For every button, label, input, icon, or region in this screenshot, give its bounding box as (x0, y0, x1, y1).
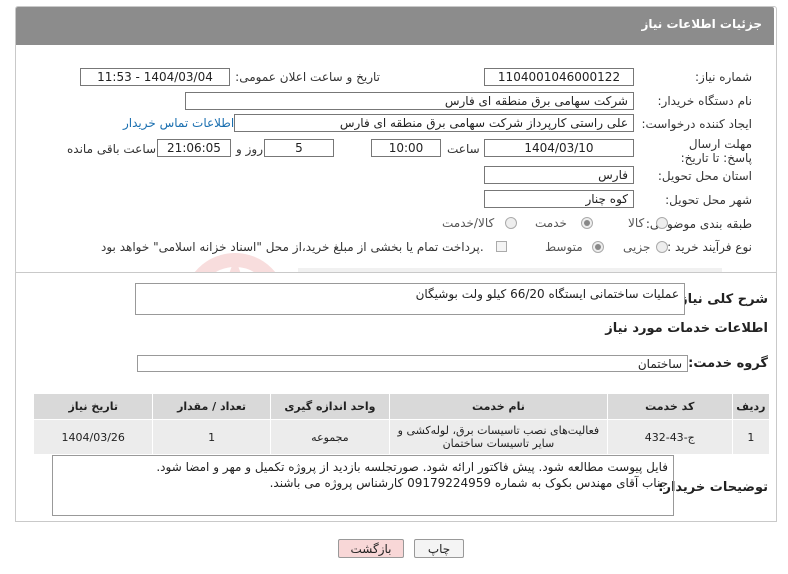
process-option-minor: جزیی (623, 240, 651, 254)
announce-field[interactable]: 1404/03/04 - 11:53 (80, 68, 230, 86)
city-label: شهر محل تحویل: (665, 193, 752, 207)
service-group-field[interactable]: ساختمان (137, 355, 688, 372)
process-label: نوع فرآیند خرید : (667, 240, 752, 254)
process-option-medium: متوسط (545, 240, 583, 254)
deadline-label: مهلت ارسال پاسخ: تا تاریخ: (680, 137, 752, 165)
deadline-time-field[interactable]: 10:00 (371, 139, 441, 157)
service-group-label: گروه خدمت: (688, 356, 768, 371)
col-need-date: تاریخ نیاز (32, 393, 154, 420)
table-row[interactable]: 1404/03/26 1 مجموعه فعالیت‌های نصب تاسیس… (32, 419, 771, 455)
need-number-field[interactable]: 1104001046000122 (484, 68, 634, 86)
province-label: استان محل تحویل: (657, 169, 752, 183)
back-button[interactable]: بازگشت (338, 539, 404, 558)
buyer-notes-label: توضیحات خریدار: (658, 480, 768, 495)
summary-field[interactable]: عملیات ساختمانی ایستگاه 66/20 کیلو ولت ب… (135, 283, 685, 315)
cell-service-code: ج-43-432 (606, 419, 733, 455)
category-option-goods-service: کالا/خدمت (442, 216, 495, 230)
remaining-time-field[interactable]: 21:06:05 (157, 139, 231, 157)
requester-field[interactable]: علی راستی کارپرداز شرکت سهامی برق منطقه … (234, 114, 634, 132)
buyer-org-label: نام دستگاه خریدار: (657, 94, 753, 108)
print-button[interactable]: چاپ (414, 539, 464, 558)
days-label: روز و (236, 142, 263, 156)
cell-service-name: فعالیت‌های نصب تاسیسات برق، لوله‌کشی و س… (389, 419, 608, 455)
announce-label: تاریخ و ساعت اعلان عمومی: (235, 70, 380, 84)
category-option-service: خدمت (535, 216, 567, 230)
summary-label: شرح کلی نیاز: (674, 292, 768, 307)
col-row-index: ردیف (731, 393, 771, 420)
deadline-time-label: ساعت (447, 142, 480, 156)
process-radio-minor[interactable] (656, 241, 668, 253)
category-option-goods: کالا (628, 216, 645, 230)
services-table: تاریخ نیاز تعداد / مقدار واحد اندازه گیر… (32, 393, 771, 455)
city-field[interactable]: کوه چنار (484, 190, 634, 208)
buyer-notes-line-1: فایل پیوست مطالعه شود. پیش فاکتور ارائه … (156, 460, 668, 474)
remaining-label: ساعت باقی مانده (67, 142, 157, 156)
treasury-checkbox[interactable] (496, 241, 507, 252)
deadline-date-field[interactable]: 1404/03/10 (484, 139, 634, 157)
panel-title: جزئیات اطلاعات نیاز (641, 17, 762, 31)
days-field[interactable]: 5 (264, 139, 334, 157)
cell-unit: مجموعه (269, 419, 391, 455)
requester-label: ایجاد کننده درخواست: (641, 117, 752, 131)
col-service-name: نام خدمت (389, 393, 608, 420)
table-header-row: تاریخ نیاز تعداد / مقدار واحد اندازه گیر… (32, 393, 771, 420)
col-quantity: تعداد / مقدار (152, 393, 271, 420)
category-radio-goods-service[interactable] (505, 217, 517, 229)
cell-row-index: 1 (731, 419, 771, 455)
category-radio-goods[interactable] (656, 217, 668, 229)
col-service-code: کد خدمت (606, 393, 733, 420)
need-number-label: شماره نیاز: (695, 70, 752, 84)
buyer-notes-line-2: جناب آقای مهندس بکوک به شماره 0917922495… (269, 476, 668, 490)
process-radio-medium[interactable] (592, 241, 604, 253)
col-unit: واحد اندازه گیری (269, 393, 391, 420)
province-field[interactable]: فارس (484, 166, 634, 184)
buyer-notes-field[interactable]: فایل پیوست مطالعه شود. پیش فاکتور ارائه … (52, 455, 674, 516)
buyer-contact-link[interactable]: اطلاعات تماس خریدار (123, 116, 234, 130)
services-section-title: اطلاعات خدمات مورد نیاز (605, 321, 768, 336)
cell-quantity: 1 (152, 419, 271, 455)
buyer-org-field[interactable]: شرکت سهامی برق منطقه ای فارس (185, 92, 634, 110)
cell-need-date: 1404/03/26 (32, 419, 154, 455)
category-radio-service[interactable] (581, 217, 593, 229)
treasury-note: پرداخت تمام یا بخشی از مبلغ خرید،از محل … (101, 240, 484, 254)
